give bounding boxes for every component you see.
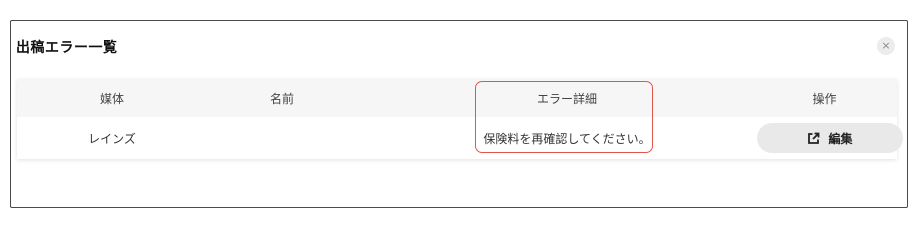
column-header-error-detail: エラー詳細 xyxy=(536,92,597,106)
column-header-media: 媒体 xyxy=(99,92,124,106)
cell-media: レインズ xyxy=(88,132,136,146)
external-link-icon xyxy=(807,132,820,145)
edit-button-label: 編集 xyxy=(828,131,853,146)
table-row: レインズ 保険料を再確認してください。 編集 xyxy=(17,117,903,159)
edit-button[interactable]: 編集 xyxy=(757,123,903,153)
dialog-header: 出稿エラー一覧 × xyxy=(11,21,907,73)
dialog-title: 出稿エラー一覧 xyxy=(16,40,118,56)
column-header-name: 名前 xyxy=(269,92,294,106)
table-header-row: 媒体 名前 エラー詳細 操作 xyxy=(17,79,897,117)
column-header-actions: 操作 xyxy=(812,92,837,106)
close-icon[interactable]: × xyxy=(877,37,895,55)
cell-error-detail: 保険料を再確認してください。 xyxy=(483,132,651,146)
error-list-dialog: 出稿エラー一覧 × 媒体 名前 エラー詳細 操作 レインズ 保険料を再確認してく… xyxy=(10,20,908,208)
error-table: 媒体 名前 エラー詳細 操作 レインズ 保険料を再確認してください。 編集 xyxy=(17,79,903,159)
